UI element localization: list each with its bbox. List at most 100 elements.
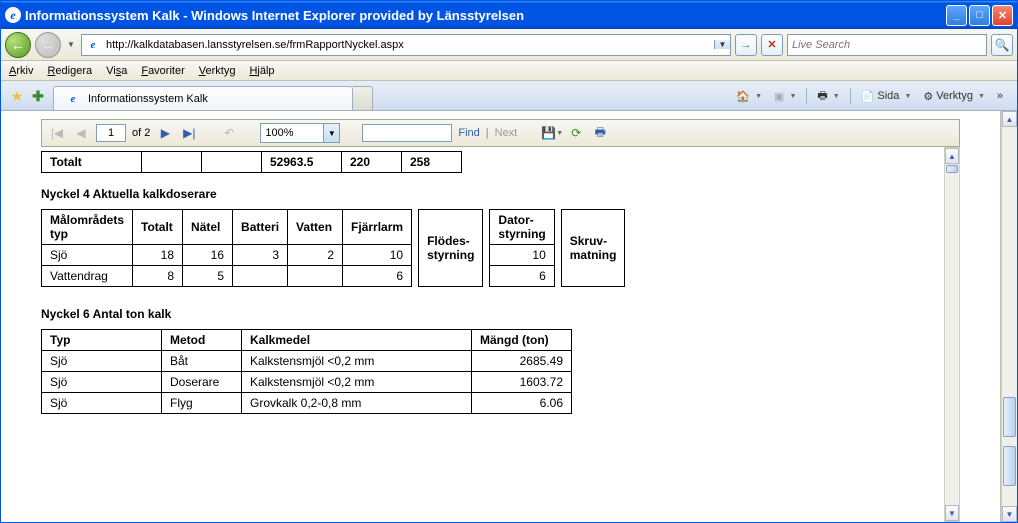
find-next-button[interactable]: Next — [495, 127, 518, 139]
close-button[interactable]: ✕ — [992, 5, 1013, 26]
table-header-row: Målområdets typ Totalt Nätel Batteri Vat… — [42, 210, 412, 245]
section4-title: Nyckel 4 Aktuella kalkdoserare — [41, 187, 940, 201]
win-scroll-down[interactable]: ▼ — [1002, 506, 1017, 522]
command-bar: 🏠▼ ▣▼ 🖶▼ 📄Sida▼ ⚙Verktyg▼ » — [732, 86, 1013, 110]
find-separator: | — [486, 127, 489, 139]
th: Målområdets typ — [42, 210, 133, 245]
search-button[interactable]: 🔍 — [991, 34, 1013, 56]
first-page-button[interactable]: |◀ — [48, 124, 66, 142]
minimize-button[interactable]: _ — [946, 5, 967, 26]
export-button[interactable]: 💾▼ — [543, 124, 561, 142]
window-title: Informationssystem Kalk - Windows Intern… — [25, 8, 524, 23]
td: Kalkstensmjöl <0,2 mm — [242, 372, 472, 393]
table6: Typ Metod Kalkmedel Mängd (ton) Sjö Båt … — [41, 329, 572, 414]
back-button[interactable]: ← — [5, 32, 31, 58]
stop-button[interactable]: ✕ — [761, 34, 783, 56]
last-page-button[interactable]: ▶| — [180, 124, 198, 142]
menu-redigera[interactable]: Redigera — [47, 65, 92, 77]
add-favorite-button[interactable]: ✚ — [29, 87, 47, 105]
td: 6 — [490, 266, 554, 287]
home-button[interactable]: 🏠▼ — [732, 86, 766, 106]
table-row: Sjö Doserare Kalkstensmjöl <0,2 mm 1603.… — [42, 372, 572, 393]
totals-label: Totalt — [42, 152, 142, 173]
win-scroll-thumb[interactable] — [1003, 446, 1016, 486]
print-report-button[interactable]: 🖶 — [591, 124, 609, 142]
win-scroll-thumb[interactable] — [1003, 397, 1016, 437]
td: 8 — [133, 266, 183, 287]
prev-page-button[interactable]: ◀ — [72, 124, 90, 142]
feeds-button[interactable]: ▣▼ — [770, 86, 800, 106]
back-parent-button[interactable]: ↶ — [220, 124, 238, 142]
maximize-button[interactable]: □ — [969, 5, 990, 26]
refresh-button[interactable]: ⟳ — [567, 124, 585, 142]
table-row: Sjö Båt Kalkstensmjöl <0,2 mm 2685.49 — [42, 351, 572, 372]
table-row: Sjö Flyg Grovkalk 0,2-0,8 mm 6.06 — [42, 393, 572, 414]
home-icon: 🏠 — [736, 90, 750, 103]
td: 6 — [343, 266, 412, 287]
th: Skruv-matning — [561, 210, 625, 287]
td: 6.06 — [472, 393, 572, 414]
search-input[interactable] — [788, 37, 986, 53]
th: Kalkmedel — [242, 330, 472, 351]
find-button[interactable]: Find — [458, 127, 479, 139]
scroll-up-button[interactable]: ▲ — [945, 148, 959, 164]
td: 10 — [343, 245, 412, 266]
th: Batteri — [233, 210, 288, 245]
td: 1603.72 — [472, 372, 572, 393]
address-bar[interactable]: e ▼ — [81, 34, 731, 56]
td: Sjö — [42, 245, 133, 266]
td: 2685.49 — [472, 351, 572, 372]
page-number-input[interactable] — [96, 124, 126, 142]
report-scrollbar[interactable]: ▲ ▼ — [944, 147, 960, 522]
td: Sjö — [42, 351, 162, 372]
zoom-select[interactable]: 100% ▼ — [260, 123, 340, 143]
new-tab-button[interactable] — [353, 86, 373, 110]
address-dropdown[interactable]: ▼ — [714, 40, 730, 49]
find-input[interactable] — [362, 124, 452, 142]
td: Sjö — [42, 372, 162, 393]
td: Båt — [162, 351, 242, 372]
menu-hjalp[interactable]: Hjälp — [249, 65, 274, 77]
totals-c1: 52963.5 — [262, 152, 342, 173]
totals-c3: 258 — [402, 152, 462, 173]
forward-button[interactable]: → — [35, 32, 61, 58]
page-menu-button[interactable]: 📄Sida▼ — [857, 86, 916, 106]
address-input[interactable] — [104, 37, 714, 53]
th: Mängd (ton) — [472, 330, 572, 351]
menu-visa[interactable]: Visa — [106, 65, 127, 77]
tab-active[interactable]: e Informationssystem Kalk — [53, 86, 353, 110]
td — [288, 266, 343, 287]
tools-menu-button[interactable]: ⚙Verktyg▼ — [919, 86, 989, 106]
menu-arkiv[interactable]: Arkiv — [9, 65, 33, 77]
scroll-down-button[interactable]: ▼ — [945, 505, 959, 521]
scroll-thumb[interactable] — [946, 165, 958, 173]
print-button[interactable]: 🖶▼ — [813, 86, 843, 106]
zoom-value: 100% — [265, 127, 293, 139]
tab-bar: ★ ✚ e Informationssystem Kalk 🏠▼ ▣▼ 🖶▼ 📄… — [1, 81, 1017, 111]
td: Grovkalk 0,2-0,8 mm — [242, 393, 472, 414]
go-button[interactable]: → — [735, 34, 757, 56]
td: 10 — [490, 245, 554, 266]
more-chevron[interactable]: » — [993, 86, 1007, 106]
win-scroll-up[interactable]: ▲ — [1002, 111, 1017, 127]
menu-bar: Arkiv Redigera Visa Favoriter Verktyg Hj… — [1, 61, 1017, 81]
page-icon-cmd: 📄 — [861, 90, 875, 103]
table-cell — [202, 152, 262, 173]
td: Doserare — [162, 372, 242, 393]
next-page-button[interactable]: ▶ — [156, 124, 174, 142]
th: Dator-styrning — [490, 210, 554, 245]
menu-verktyg[interactable]: Verktyg — [199, 65, 236, 77]
rss-icon: ▣ — [774, 90, 784, 103]
td: Kalkstensmjöl <0,2 mm — [242, 351, 472, 372]
window-scrollbar[interactable]: ▲ ▼ — [1001, 111, 1017, 522]
favorites-center-button[interactable]: ★ — [8, 87, 26, 105]
td: 3 — [233, 245, 288, 266]
search-bar[interactable] — [787, 34, 987, 56]
report-toolbar: |◀ ◀ of 2 ▶ ▶| ↶ 100% ▼ Find | Next — [41, 119, 960, 147]
page-menu-label: Sida — [877, 90, 899, 102]
nav-history-dropdown[interactable]: ▼ — [65, 32, 77, 58]
table-row: Totalt 52963.5 220 258 — [42, 152, 462, 173]
menu-favoriter[interactable]: Favoriter — [141, 65, 184, 77]
table4-skruv: Skruv-matning — [561, 209, 626, 287]
table4-main: Målområdets typ Totalt Nätel Batteri Vat… — [41, 209, 412, 287]
